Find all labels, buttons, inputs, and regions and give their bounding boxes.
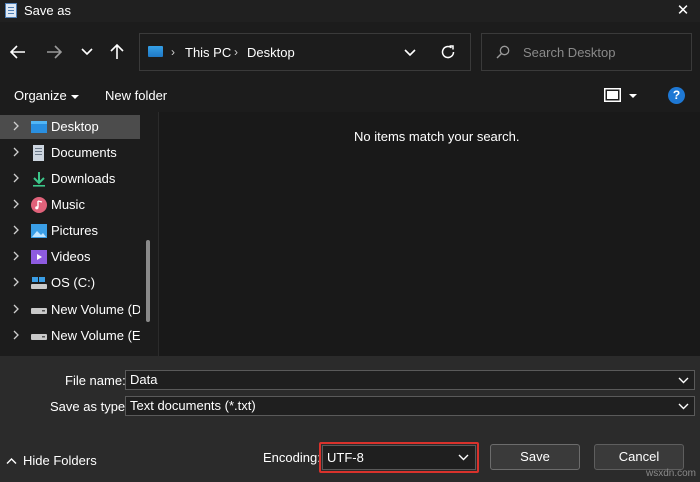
chevron-right-icon[interactable] — [12, 146, 20, 158]
sidebar-item-label: OS (C:) — [51, 275, 96, 290]
navigation-pane: Desktop Documents Downloads Music Pictur… — [0, 112, 159, 356]
content-area: Desktop Documents Downloads Music Pictur… — [0, 112, 700, 356]
save-as-type-value: Text documents (*.txt) — [130, 398, 256, 413]
arrow-left-icon — [10, 45, 25, 59]
sidebar-item-new-volume-e[interactable]: New Volume (E:) — [0, 324, 140, 348]
search-input[interactable]: Search Desktop — [523, 45, 616, 60]
navigation-bar: › This PC › Desktop Search Desktop — [0, 22, 700, 82]
chevron-down-icon[interactable] — [678, 374, 689, 386]
command-bar: Organize New folder ? — [0, 82, 700, 112]
chevron-down-icon — [81, 48, 93, 56]
file-name-field[interactable]: Data — [125, 370, 695, 390]
refresh-icon — [441, 45, 455, 59]
back-button[interactable] — [7, 41, 29, 63]
chevron-right-icon[interactable] — [12, 276, 20, 288]
chevron-right-icon[interactable]: › — [234, 45, 238, 59]
change-view-button[interactable] — [604, 88, 621, 105]
music-icon — [31, 197, 47, 213]
encoding-select[interactable]: UTF-8 — [322, 445, 476, 470]
encoding-value: UTF-8 — [327, 450, 364, 465]
sidebar-item-label: Desktop — [51, 119, 99, 134]
encoding-label: Encoding: — [263, 450, 321, 465]
empty-folder-message: No items match your search. — [354, 129, 520, 144]
chevron-right-icon[interactable] — [12, 224, 20, 236]
sidebar-item-label: New Volume (D: — [51, 302, 140, 317]
sidebar-item-downloads[interactable]: Downloads — [0, 167, 140, 191]
sidebar-item-label: New Volume (E:) — [51, 328, 140, 343]
sidebar-item-label: Documents — [51, 145, 117, 160]
sidebar-item-os-c[interactable]: OS (C:) — [0, 271, 140, 295]
documents-icon — [33, 145, 44, 161]
breadcrumb-this-pc[interactable]: This PC — [185, 45, 231, 60]
save-as-type-select[interactable]: Text documents (*.txt) — [125, 396, 695, 416]
sidebar-item-music[interactable]: Music — [0, 193, 140, 217]
chevron-right-icon[interactable] — [12, 329, 20, 341]
navigation-pane-scrollbar[interactable] — [146, 240, 150, 322]
organize-label: Organize — [14, 88, 67, 103]
search-icon — [496, 45, 510, 62]
chevron-down-icon[interactable] — [678, 400, 689, 412]
os-drive-icon — [31, 277, 47, 289]
search-box[interactable]: Search Desktop — [481, 33, 692, 71]
chevron-right-icon[interactable] — [12, 172, 20, 184]
view-options-caret-icon[interactable] — [629, 94, 637, 98]
sidebar-item-desktop[interactable]: Desktop — [0, 115, 140, 139]
arrow-up-icon — [110, 44, 124, 59]
caret-down-icon — [70, 94, 79, 99]
hide-folders-button[interactable]: Hide Folders — [6, 453, 97, 468]
forward-button[interactable] — [43, 41, 65, 63]
notepad-icon — [5, 3, 17, 18]
download-icon — [33, 172, 45, 187]
sidebar-item-videos[interactable]: Videos — [0, 245, 140, 269]
sidebar-item-label: Music — [51, 197, 85, 212]
hide-folders-label: Hide Folders — [23, 453, 97, 468]
breadcrumb-desktop[interactable]: Desktop — [247, 45, 295, 60]
arrow-right-icon — [47, 45, 62, 59]
sidebar-item-label: Videos — [51, 249, 91, 264]
chevron-down-icon — [404, 49, 416, 57]
save-form-panel: File name: Data Save as type: Text docum… — [0, 356, 700, 482]
this-pc-icon — [148, 46, 163, 57]
chevron-right-icon[interactable] — [12, 303, 20, 315]
help-button[interactable]: ? — [668, 87, 685, 104]
sidebar-item-pictures[interactable]: Pictures — [0, 219, 140, 243]
sidebar-item-documents[interactable]: Documents — [0, 141, 140, 165]
chevron-right-icon[interactable] — [12, 120, 20, 132]
sidebar-item-new-volume-d[interactable]: New Volume (D: — [0, 298, 140, 322]
drive-icon — [31, 308, 47, 314]
chevron-right-icon[interactable] — [12, 250, 20, 262]
drive-icon — [31, 334, 47, 340]
file-name-value: Data — [130, 372, 158, 387]
refresh-button[interactable] — [440, 44, 456, 63]
pictures-icon — [31, 224, 47, 238]
up-button[interactable] — [106, 41, 128, 63]
chevron-right-icon[interactable]: › — [171, 45, 175, 59]
chevron-right-icon[interactable] — [12, 198, 20, 210]
save-as-type-label: Save as type: — [50, 399, 129, 414]
new-folder-button[interactable]: New folder — [105, 88, 167, 103]
sidebar-item-label: Pictures — [51, 223, 98, 238]
window-title: Save as — [24, 3, 71, 18]
file-name-label: File name: — [65, 373, 126, 388]
chevron-up-icon — [6, 458, 17, 464]
watermark-text: wsxdn.com — [645, 468, 696, 479]
desktop-icon — [31, 121, 47, 133]
save-button[interactable]: Save — [490, 444, 580, 470]
cancel-button[interactable]: Cancel — [594, 444, 684, 470]
address-bar[interactable]: › This PC › Desktop — [139, 33, 471, 71]
videos-icon — [31, 250, 47, 264]
close-button[interactable]: ✕ — [666, 0, 700, 22]
view-pane-icon — [604, 88, 621, 102]
title-bar: Save as ✕ — [0, 0, 700, 22]
sidebar-item-label: Downloads — [51, 171, 116, 186]
recent-locations-button[interactable] — [76, 41, 98, 63]
chevron-down-icon — [458, 454, 469, 461]
address-dropdown-button[interactable] — [404, 45, 416, 60]
organize-button[interactable]: Organize — [14, 88, 79, 103]
